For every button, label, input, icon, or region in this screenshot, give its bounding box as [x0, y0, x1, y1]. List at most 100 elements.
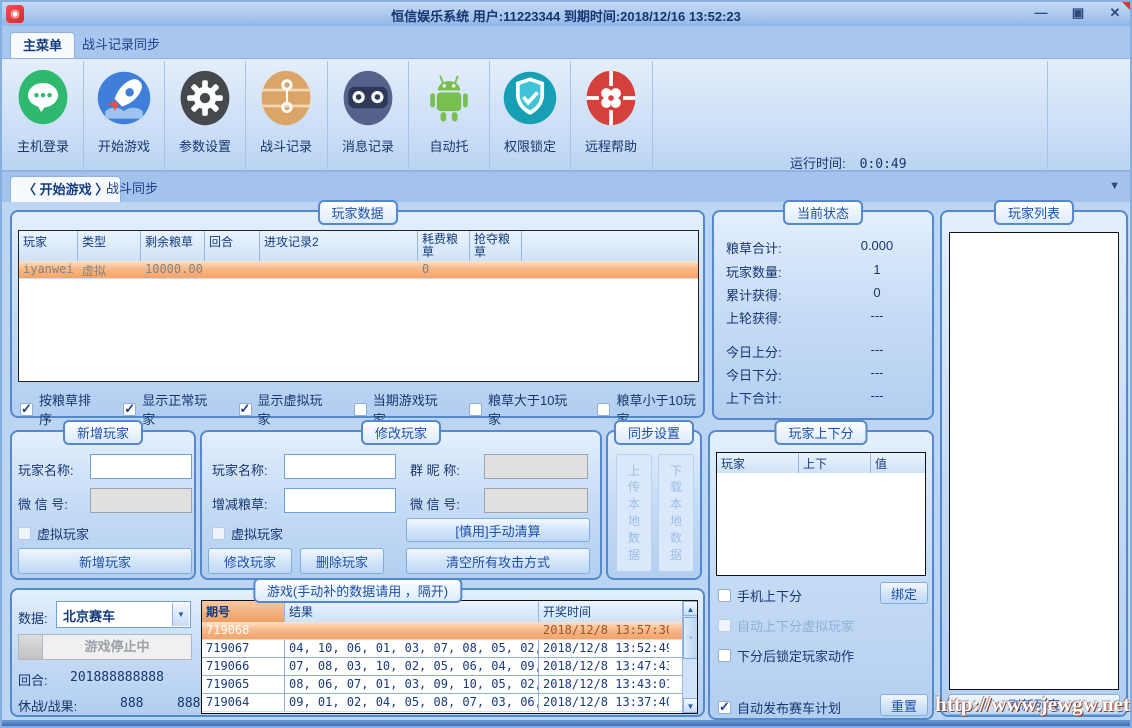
rocket-icon	[94, 116, 154, 133]
runtime-display: 运行时间:0:0:49	[790, 153, 907, 172]
col-grain-loot[interactable]: 抢夺粮草	[470, 231, 522, 261]
panel-title: 当前状态	[783, 200, 863, 225]
player-listbox[interactable]	[949, 232, 1119, 690]
modify-grain-label: 增减粮草:	[212, 494, 268, 513]
status-player-count: 玩家数量:1	[726, 262, 922, 281]
toolbar-label: 远程帮助	[571, 136, 651, 155]
lottery-row[interactable]: 719064 09, 01, 02, 04, 05, 08, 07, 03, 0…	[202, 694, 697, 712]
start-game-button[interactable]: 开始游戏	[84, 63, 164, 169]
maximize-button[interactable]: ▣	[1065, 4, 1091, 22]
battle-record-button[interactable]: 战斗记录	[246, 63, 326, 169]
bind-button[interactable]: 绑定	[880, 582, 928, 604]
col-issue[interactable]: 期号	[202, 601, 285, 622]
col-round[interactable]: 回合	[205, 231, 260, 261]
add-wechat-input	[90, 488, 192, 513]
runtime-value: 0:0:49	[860, 157, 907, 172]
lottery-scrollbar[interactable]: ▲ ≡ ▼	[682, 601, 697, 713]
modify-name-input[interactable]	[284, 454, 396, 479]
settings-button[interactable]: 参数设置	[165, 63, 245, 169]
minimize-button[interactable]: —	[1028, 4, 1054, 22]
chevron-down-icon[interactable]: ▼	[1109, 180, 1120, 192]
upload-local-data-button[interactable]: 上传本地数据	[616, 454, 652, 572]
panel-title: 玩家上下分	[774, 420, 867, 445]
col-result[interactable]: 结果	[285, 601, 539, 622]
filter-grain-gt10[interactable]: 粮草大于10玩家	[469, 390, 572, 428]
scroll-down-icon[interactable]: ▼	[683, 698, 698, 713]
lottery-row[interactable]: 719065 08, 06, 07, 01, 03, 09, 10, 05, 0…	[202, 676, 697, 694]
app-window: ◉ 恒信娱乐系统 用户:11223344 到期时间:2018/12/16 13:…	[0, 0, 1132, 728]
lottery-row[interactable]: 719068 2018/12/8 13:57:30	[202, 622, 697, 640]
toolbar-label: 战斗记录	[246, 136, 326, 155]
lottery-row[interactable]: 719067 04, 10, 06, 01, 03, 07, 08, 05, 0…	[202, 640, 697, 658]
col-draw-time[interactable]: 开奖时间	[539, 601, 669, 622]
watermark: http://www.jewgw.net	[935, 692, 1130, 717]
mobile-updown-checkbox[interactable]: 手机上下分	[718, 586, 802, 605]
col-grain-cost[interactable]: 耗费粮草	[418, 231, 470, 261]
round-value: 201888888888	[70, 670, 164, 685]
sync-settings-panel: 同步设置 上传本地数据 下载本地数据	[606, 430, 702, 580]
scroll-up-icon[interactable]: ▲	[683, 601, 698, 616]
shield-check-icon	[500, 116, 560, 133]
auto-updown-virtual-checkbox[interactable]: 自动上下分虚拟玩家	[718, 616, 854, 635]
col-player[interactable]: 玩家	[19, 231, 78, 261]
player-list-panel: 玩家列表 刷新列表	[940, 210, 1128, 717]
col-score-player[interactable]: 玩家	[717, 453, 799, 473]
modify-grain-input[interactable]	[284, 488, 396, 513]
modify-virtual-checkbox[interactable]: 虚拟玩家	[212, 524, 283, 543]
add-virtual-checkbox[interactable]: 虚拟玩家	[18, 524, 89, 543]
game-select[interactable]: 北京赛车 ▼	[56, 601, 191, 628]
manual-settle-button[interactable]: [慎用]手动清算	[406, 518, 590, 542]
title-bar: ◉ 恒信娱乐系统 用户:11223344 到期时间:2018/12/16 13:…	[2, 2, 1130, 26]
col-attack-record[interactable]: 进攻记录2	[260, 231, 418, 261]
toolbar: 主机登录 开始游戏	[2, 59, 1130, 172]
table-row[interactable]: iyanwei 虚拟 10000.00 0	[19, 261, 698, 279]
download-local-data-button[interactable]: 下载本地数据	[658, 454, 694, 572]
col-type[interactable]: 类型	[78, 231, 141, 261]
col-grain-left[interactable]: 剩余粮草	[141, 231, 205, 261]
col-score-updown[interactable]: 上下	[799, 453, 871, 473]
host-login-button[interactable]: 主机登录	[3, 63, 83, 169]
toolbar-label: 自动托	[409, 136, 489, 155]
status-today-down: 今日下分:---	[726, 365, 922, 384]
modify-player-button[interactable]: 修改玩家	[208, 548, 292, 574]
status-grain-total: 粮草合计:0.000	[726, 238, 922, 257]
toolbar-label: 权限锁定	[490, 136, 570, 155]
tab-battle-sync[interactable]: 战斗同步	[94, 176, 170, 202]
status-last-round-gain: 上轮获得:---	[726, 308, 922, 327]
status-updown-total: 上下合计:---	[726, 388, 922, 407]
add-wechat-label: 微 信 号:	[18, 494, 68, 513]
auto-publish-plan-checkbox[interactable]: 自动发布赛车计划	[718, 698, 841, 717]
filter-show-virtual[interactable]: 显示虚拟玩家	[239, 390, 328, 428]
scroll-thumb[interactable]: ≡	[683, 617, 698, 659]
add-player-button[interactable]: 新增玩家	[18, 548, 192, 574]
modify-nick-label: 群 昵 称:	[410, 460, 460, 479]
score-table[interactable]: 玩家 上下 值	[716, 452, 926, 576]
add-name-input[interactable]	[90, 454, 192, 479]
panel-title: 同步设置	[614, 420, 694, 445]
sub-tab-bar: 〈 开始游戏 〉 战斗同步 ▼	[2, 172, 1130, 202]
player-table[interactable]: 玩家 类型 剩余粮草 回合 进攻记录2 耗费粮草 抢夺粮草 iyanwei 虚拟…	[18, 230, 699, 382]
tab-main-menu[interactable]: 主菜单	[10, 32, 75, 58]
chevron-down-icon[interactable]: ▼	[172, 603, 189, 626]
tab-battle-record-sync[interactable]: 战斗记录同步	[70, 32, 172, 58]
permission-lock-button[interactable]: 权限锁定	[490, 63, 570, 169]
window-title: 恒信娱乐系统 用户:11223344 到期时间:2018/12/16 13:52…	[2, 6, 1130, 25]
round-label: 回合:	[18, 670, 48, 689]
modify-name-label: 玩家名称:	[212, 460, 268, 479]
game-status-button[interactable]: 游戏停止中	[18, 634, 192, 660]
clear-attacks-button[interactable]: 清空所有攻击方式	[406, 548, 590, 574]
chat-bubble-icon	[13, 116, 73, 133]
auto-pilot-button[interactable]: 自动托	[409, 63, 489, 169]
reset-button[interactable]: 重置	[880, 694, 928, 716]
message-record-button[interactable]: 消息记录	[328, 63, 408, 169]
rest-value: 888	[120, 696, 143, 711]
lottery-table[interactable]: 期号 结果 开奖时间 719068 2018/12/8 13:57:30 719…	[201, 600, 698, 714]
lock-after-down-checkbox[interactable]: 下分后锁定玩家动作	[718, 646, 854, 665]
remote-help-button[interactable]: 远程帮助	[571, 63, 651, 169]
lottery-row[interactable]: 719066 07, 08, 03, 10, 02, 05, 06, 04, 0…	[202, 658, 697, 676]
envelope-icon	[256, 116, 316, 133]
toolbar-label: 参数设置	[165, 136, 245, 155]
delete-player-button[interactable]: 删除玩家	[300, 548, 384, 574]
toolbar-label: 开始游戏	[84, 136, 164, 155]
col-score-value[interactable]: 值	[871, 453, 925, 473]
